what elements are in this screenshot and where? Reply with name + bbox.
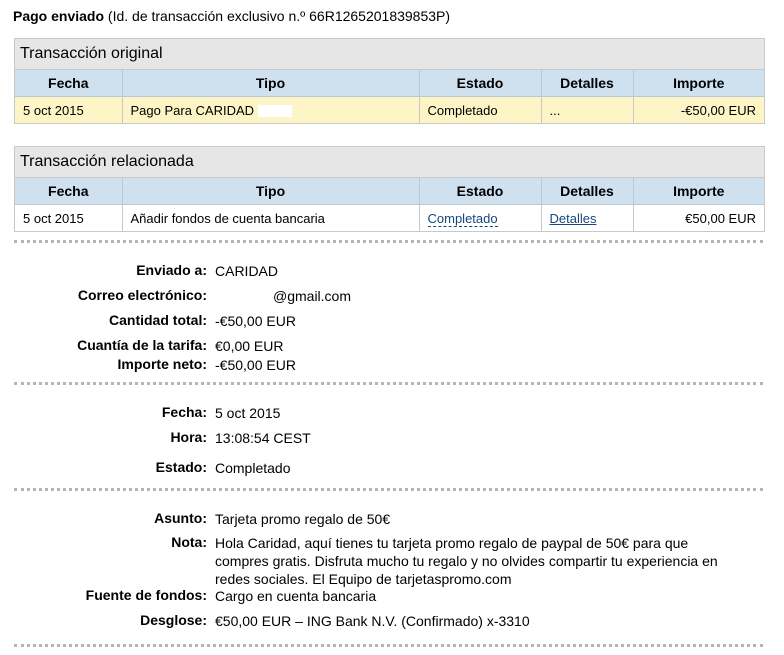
cell-tipo: Pago Para CARIDAD [122,96,420,123]
cantidad-value: -€50,00 EUR [215,313,296,329]
estado-link[interactable]: Completado [427,210,498,227]
col-tipo: Tipo [122,178,420,205]
fuente-label: Fuente de fondos: [85,587,207,603]
neto-value: -€50,00 EUR [215,357,296,373]
page-title: Pago enviado [13,8,105,24]
cell-fecha: 5 oct 2015 [15,96,123,123]
correo-value: @gmail.com [273,288,352,304]
divider [14,488,763,491]
original-transaction-panel: Transacción original Fecha Tipo Estado D… [14,38,765,124]
col-importe: Importe [633,178,764,205]
fecha-value: 5 oct 2015 [215,405,281,421]
correo-label: Correo electrónico: [77,287,207,303]
cell-tipo: Añadir fondos de cuenta bancaria [122,204,420,231]
divider [14,382,763,385]
col-estado: Estado [419,178,542,205]
correo-value-wrap: @gmail.com [215,287,755,305]
redacted-block [257,105,292,118]
desglose-value: €50,00 EUR – ING Bank N.V. (Confirmado) … [215,613,530,629]
cell-detalles: Detalles [541,204,634,231]
neto-label: Importe neto: [117,356,207,372]
cell-detalles: ... [541,96,634,123]
fuente-value: Cargo en cuenta bancaria [215,588,377,604]
page-header: Pago enviado (Id. de transacción exclusi… [13,8,450,24]
col-fecha: Fecha [15,70,123,97]
col-detalles: Detalles [541,70,634,97]
col-estado: Estado [419,70,542,97]
hora-label: Hora: [170,429,207,445]
cell-importe: €50,00 EUR [685,210,756,226]
col-detalles: Detalles [541,178,634,205]
detalles-link[interactable]: Detalles [550,211,597,226]
col-fecha: Fecha [15,178,123,205]
cell-tipo-text: Pago Para CARIDAD [130,102,255,118]
divider [14,240,763,243]
related-transaction-panel: Transacción relacionada Fecha Tipo Estad… [14,146,765,232]
tarifa-label: Cuantía de la tarifa: [77,337,207,353]
tarifa-value: €0,00 EUR [215,338,284,354]
estado-value: Completado [215,460,291,476]
fecha-label: Fecha: [161,404,207,420]
cell-fecha: 5 oct 2015 [15,204,123,231]
related-transaction-table: Fecha Tipo Estado Detalles Importe 5 oct… [15,178,764,231]
cell-estado: Completado [419,96,542,123]
original-transaction-table: Fecha Tipo Estado Detalles Importe 5 oct… [15,70,764,123]
enviado-label: Enviado a: [136,262,207,278]
cantidad-label: Cantidad total: [109,312,207,328]
nota-value: Hola Caridad, aquí tienes tu tarjeta pro… [215,535,718,587]
nota-label: Nota: [171,534,207,550]
table-row: 5 oct 2015 Pago Para CARIDAD Completado … [15,96,764,123]
hora-value: 13:08:54 CEST [215,430,311,446]
asunto-label: Asunto: [154,510,207,526]
transaction-id: (Id. de transacción exclusivo n.º 66R126… [107,8,451,24]
enviado-value: CARIDAD [215,263,279,279]
divider [14,644,763,647]
table-row: 5 oct 2015 Añadir fondos de cuenta banca… [15,204,764,231]
col-importe: Importe [633,70,764,97]
cell-estado: Completado [419,204,542,231]
related-transaction-title: Transacción relacionada [15,147,764,178]
desglose-label: Desglose: [140,612,207,628]
original-transaction-title: Transacción original [15,39,764,70]
estado-label: Estado: [155,459,207,475]
col-tipo: Tipo [122,70,420,97]
cell-importe: -€50,00 EUR [633,96,764,123]
asunto-value: Tarjeta promo regalo de 50€ [215,511,391,527]
